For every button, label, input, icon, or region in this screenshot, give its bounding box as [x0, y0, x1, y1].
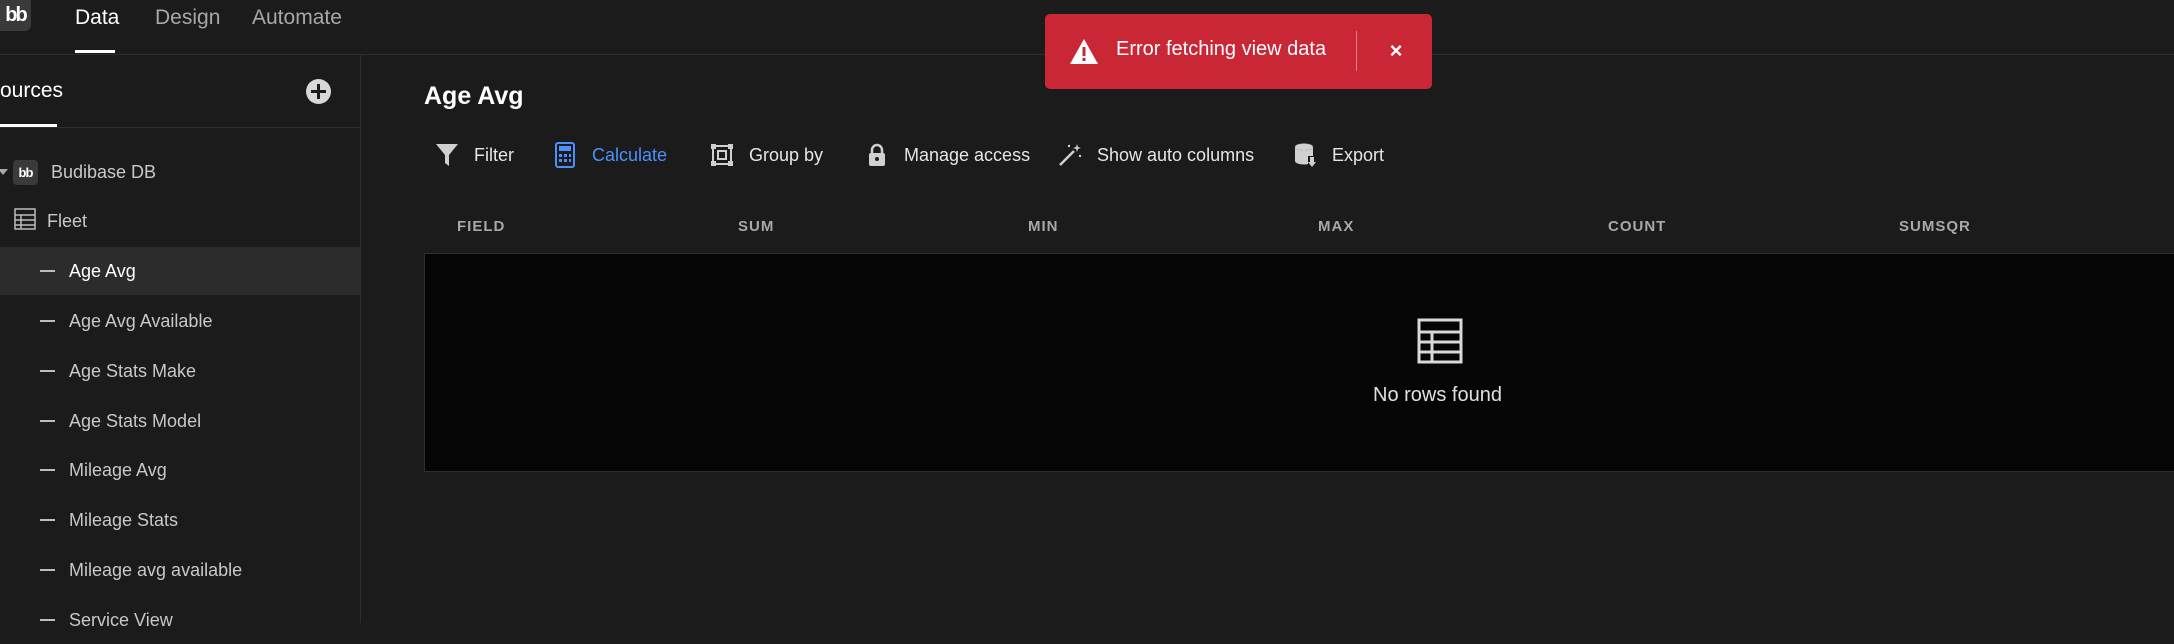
group-icon — [709, 142, 735, 168]
view-label: Age Avg — [69, 260, 136, 281]
dash-icon — [40, 320, 55, 322]
sidebar-item-view[interactable]: Mileage avg available — [0, 546, 360, 594]
sidebar-item-budibase-db[interactable]: bb Budibase DB — [0, 148, 360, 196]
view-label: Mileage avg available — [69, 559, 243, 580]
column-header-sumsqr[interactable]: SUMSQR — [1899, 218, 1971, 235]
view-label: Service View — [69, 609, 173, 630]
active-tab-indicator — [75, 50, 115, 53]
show-auto-columns-label: Show auto columns — [1097, 144, 1255, 165]
plus-icon — [311, 84, 326, 99]
filter-label: Filter — [474, 144, 514, 165]
calculator-icon — [552, 142, 578, 168]
export-button[interactable]: Export — [1292, 140, 1384, 170]
view-label: Mileage Avg — [69, 459, 167, 480]
export-label: Export — [1332, 144, 1385, 165]
filter-button[interactable]: Filter — [434, 140, 514, 170]
manage-access-label: Manage access — [904, 144, 1031, 165]
dash-icon — [40, 519, 55, 521]
tab-design[interactable]: Design — [155, 6, 220, 30]
toast-divider — [1356, 31, 1357, 71]
budibase-logo[interactable]: bb — [0, 0, 31, 31]
page-title: Age Avg — [424, 82, 524, 110]
calculate-button[interactable]: Calculate — [552, 140, 667, 170]
column-header-count[interactable]: COUNT — [1608, 218, 1666, 235]
close-icon[interactable]: × — [1383, 38, 1409, 64]
table-icon — [14, 207, 36, 235]
view-label: Age Avg Available — [69, 310, 213, 331]
sidebar: ources bb Budibase DB Fleet Age Avg Age … — [0, 55, 361, 630]
column-header-sum[interactable]: SUM — [738, 218, 774, 235]
dash-icon — [40, 469, 55, 471]
column-header-min[interactable]: MIN — [1028, 218, 1059, 235]
sidebar-item-view[interactable]: Age Avg Available — [0, 297, 360, 345]
error-toast: Error fetching view data × — [1045, 14, 1432, 89]
dash-icon — [40, 619, 55, 621]
dash-icon — [40, 270, 55, 272]
sidebar-item-view[interactable]: Age Stats Make — [0, 347, 360, 395]
sidebar-header: ources — [0, 55, 360, 128]
show-auto-columns-button[interactable]: Show auto columns — [1057, 140, 1254, 170]
table-label: Fleet — [47, 210, 88, 231]
add-datasource-button[interactable] — [306, 79, 331, 104]
tab-automate[interactable]: Automate — [252, 6, 342, 30]
sidebar-item-view[interactable]: Age Avg — [0, 247, 360, 295]
alert-icon — [1069, 38, 1099, 70]
view-label: Mileage Stats — [69, 509, 179, 530]
toast-message: Error fetching view data — [1116, 38, 1327, 60]
sidebar-item-view[interactable]: Service View — [0, 596, 360, 644]
budibase-db-icon: bb — [13, 159, 38, 185]
group-by-label: Group by — [749, 144, 824, 165]
empty-state-text: No rows found — [1373, 384, 1502, 406]
calculate-label: Calculate — [592, 144, 668, 165]
lock-icon — [864, 142, 890, 168]
view-label: Age Stats Model — [69, 410, 202, 431]
column-header-max[interactable]: MAX — [1318, 218, 1354, 235]
view-label: Age Stats Make — [69, 360, 197, 381]
dash-icon — [40, 420, 55, 422]
empty-table-icon — [1417, 318, 1463, 369]
sidebar-item-view[interactable]: Mileage Avg — [0, 446, 360, 494]
datasource-label: Budibase DB — [51, 161, 157, 182]
caret-down-icon[interactable] — [0, 169, 8, 175]
tab-data[interactable]: Data — [75, 6, 119, 30]
sidebar-item-fleet[interactable]: Fleet — [0, 197, 360, 245]
dash-icon — [40, 370, 55, 372]
column-header-field[interactable]: FIELD — [457, 218, 505, 235]
magic-wand-icon — [1057, 142, 1083, 168]
manage-access-button[interactable]: Manage access — [864, 140, 1030, 170]
group-by-button[interactable]: Group by — [709, 140, 823, 170]
sidebar-title-underline — [0, 124, 57, 127]
filter-icon — [434, 142, 460, 168]
table-body — [424, 253, 2174, 472]
database-export-icon — [1292, 142, 1318, 168]
dash-icon — [40, 569, 55, 571]
sidebar-item-view[interactable]: Age Stats Model — [0, 397, 360, 445]
sidebar-title[interactable]: ources — [0, 79, 63, 103]
sidebar-item-view[interactable]: Mileage Stats — [0, 496, 360, 544]
